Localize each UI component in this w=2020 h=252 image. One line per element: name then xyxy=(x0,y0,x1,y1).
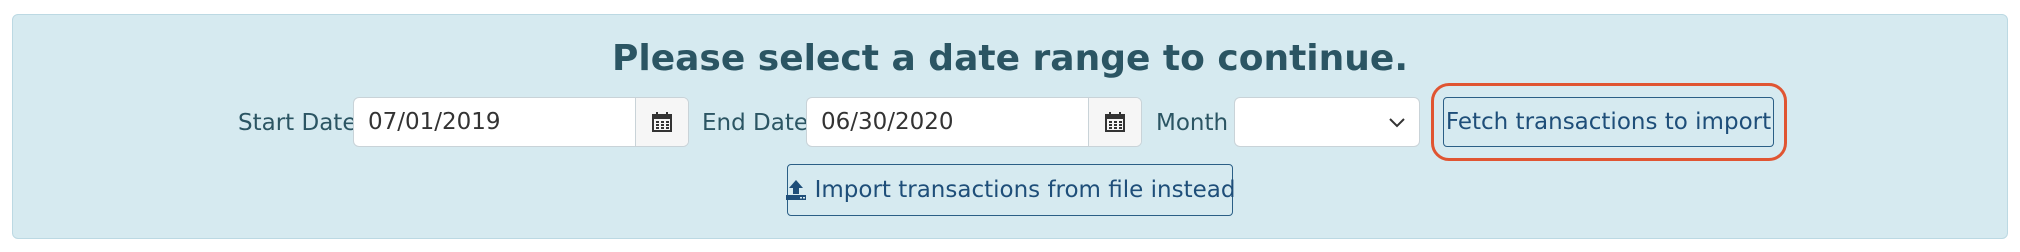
month-select[interactable] xyxy=(1234,97,1420,147)
end-date-value[interactable]: 06/30/2020 xyxy=(807,98,1088,146)
fetch-transactions-label: Fetch transactions to import xyxy=(1445,109,1772,135)
end-date-field[interactable]: 06/30/2020 xyxy=(806,97,1142,147)
calendar-icon[interactable] xyxy=(1088,98,1141,146)
page-title: Please select a date range to continue. xyxy=(611,38,1408,79)
fetch-transactions-button[interactable]: Fetch transactions to import xyxy=(1443,97,1774,147)
start-date-value[interactable]: 07/01/2019 xyxy=(354,98,635,146)
start-date-label: Start Date xyxy=(238,110,357,136)
import-from-file-label: Import transactions from file instead xyxy=(814,177,1236,203)
month-label: Month xyxy=(1156,110,1229,136)
chevron-down-icon xyxy=(1387,112,1407,136)
calendar-icon[interactable] xyxy=(635,98,688,146)
import-from-file-button[interactable]: Import transactions from file instead xyxy=(785,164,1236,216)
end-date-label: End Date xyxy=(702,110,808,136)
upload-icon xyxy=(785,179,807,201)
start-date-field[interactable]: 07/01/2019 xyxy=(353,97,689,147)
